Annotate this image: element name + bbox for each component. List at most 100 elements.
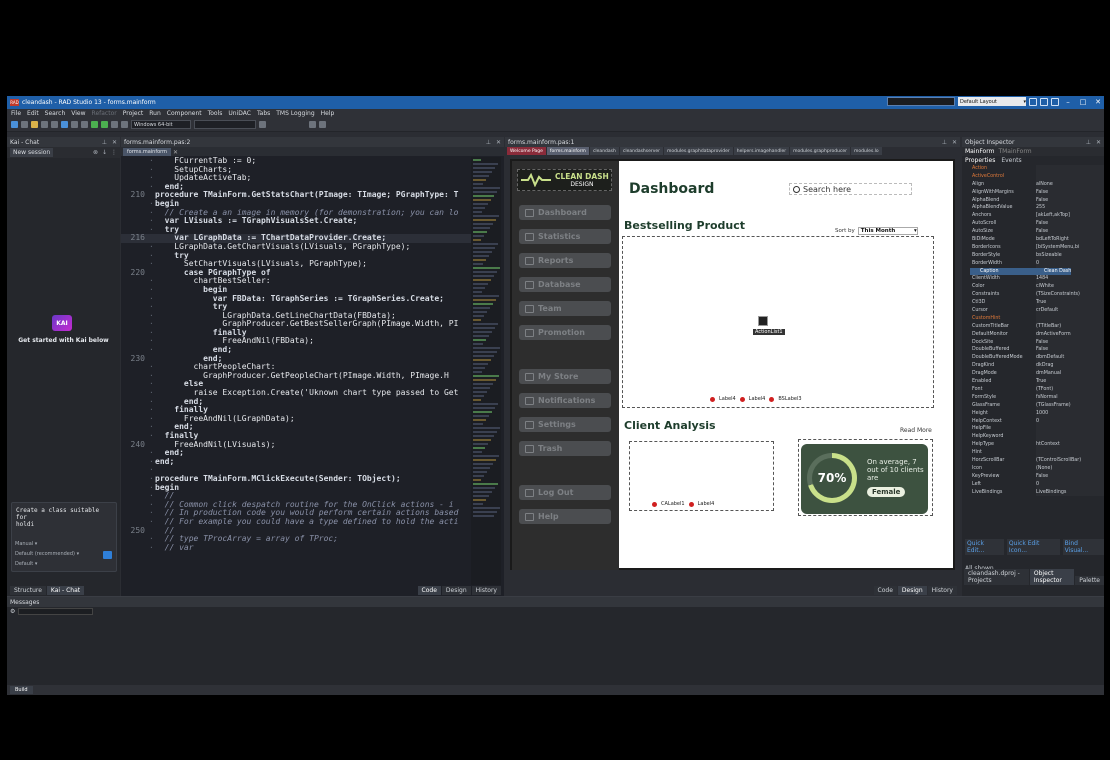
nav-team[interactable]: Team: [519, 301, 611, 316]
layout-select[interactable]: Default Layout ▾: [958, 97, 1026, 106]
property-row[interactable]: ActiveControl: [962, 172, 1104, 181]
nav-trash[interactable]: Trash: [519, 441, 611, 456]
property-value[interactable]: (TGlassFrame): [1036, 401, 1104, 410]
property-value[interactable]: 0: [1036, 480, 1104, 489]
code-line[interactable]: · end;: [121, 457, 471, 467]
nav-settings[interactable]: Settings: [519, 417, 611, 432]
session-tab[interactable]: New session: [10, 148, 54, 157]
property-value[interactable]: (None): [1036, 464, 1104, 473]
more-icon[interactable]: ⋮: [111, 149, 117, 156]
nav-reports[interactable]: Reports: [519, 253, 611, 268]
deploy-icon[interactable]: [259, 121, 266, 128]
property-row[interactable]: Action: [962, 165, 1104, 173]
designer-tab[interactable]: forms.mainform: [546, 147, 589, 155]
property-row[interactable]: AlphaBlendValue 255: [962, 204, 1104, 213]
tab-events[interactable]: Events: [1001, 157, 1021, 164]
open-project-icon[interactable]: [61, 121, 68, 128]
property-row[interactable]: Cursor crDefault: [962, 307, 1104, 315]
property-row[interactable]: Icon (None): [962, 464, 1104, 473]
new-file-icon[interactable]: [11, 121, 18, 128]
property-value[interactable]: fsNormal: [1036, 393, 1104, 402]
property-row[interactable]: BorderStyle bsSizeable: [962, 251, 1104, 260]
property-row[interactable]: AutoScroll False: [962, 220, 1104, 229]
run-without-debug-icon[interactable]: [101, 121, 108, 128]
property-row[interactable]: DefaultMonitor dmActiveForm: [962, 330, 1104, 339]
bestselling-chart-image[interactable]: [622, 236, 934, 408]
property-row[interactable]: DragKind dkDrag: [962, 362, 1104, 371]
designed-form[interactable]: CLEAN DASH DESIGN Dashboard Statistics Rep…: [510, 159, 955, 570]
tab-design[interactable]: Design: [441, 586, 471, 595]
property-row[interactable]: HelpKeyword: [962, 433, 1104, 442]
property-row[interactable]: Enabled True: [962, 378, 1104, 386]
forward-icon[interactable]: [319, 121, 326, 128]
property-value[interactable]: [akLeft,akTop]: [1036, 212, 1104, 221]
property-row[interactable]: Height 1000: [962, 409, 1104, 418]
pin-icon[interactable]: ⊥: [942, 139, 947, 146]
property-value[interactable]: False: [1036, 338, 1104, 347]
open-icon[interactable]: [21, 121, 28, 128]
close-button[interactable]: ✕: [1092, 98, 1104, 106]
menu-item-help[interactable]: Help: [321, 110, 335, 117]
property-value[interactable]: False: [1036, 188, 1104, 197]
property-row[interactable]: CustomTitleBar (TTitleBar): [962, 322, 1104, 331]
property-row[interactable]: CustomHint: [962, 314, 1104, 323]
pause-icon[interactable]: [111, 121, 118, 128]
menu-item-refactor[interactable]: Refactor: [92, 110, 117, 117]
close-tab-icon[interactable]: ✕: [173, 149, 178, 156]
property-row[interactable]: ClientWidth 1484: [962, 275, 1104, 284]
property-value[interactable]: [1036, 425, 1104, 434]
property-value[interactable]: dmActiveForm: [1036, 330, 1104, 339]
menu-item-tools[interactable]: Tools: [208, 110, 223, 117]
tab-design[interactable]: Design: [897, 586, 927, 595]
designer-tab[interactable]: modules.graphdataprovider: [664, 147, 733, 155]
minimize-button[interactable]: –: [1062, 98, 1074, 106]
property-value[interactable]: dkDrag: [1036, 362, 1104, 371]
property-value[interactable]: (TTitleBar): [1036, 322, 1104, 331]
property-value[interactable]: clWhite: [1036, 283, 1104, 292]
property-value[interactable]: Clean Dash: [1044, 267, 1072, 276]
quick-edit-link[interactable]: Quick Edit...: [965, 539, 1004, 555]
tab-object-inspector[interactable]: Object Inspector: [1029, 569, 1075, 585]
property-value[interactable]: LiveBindings: [1036, 488, 1104, 497]
property-row[interactable]: Constraints (TSizeConstraints): [962, 291, 1104, 300]
step-icon[interactable]: [121, 121, 128, 128]
save-all-icon[interactable]: [51, 121, 58, 128]
menu-item-file[interactable]: File: [11, 110, 21, 117]
close-panel-icon[interactable]: ✕: [496, 139, 501, 146]
property-row[interactable]: BorderIcons [biSystemMenu,bi: [962, 243, 1104, 252]
send-icon[interactable]: [103, 551, 112, 559]
property-value[interactable]: True: [1036, 378, 1104, 386]
nav-statistics[interactable]: Statistics: [519, 229, 611, 244]
download-icon[interactable]: ↓: [102, 149, 107, 156]
property-value[interactable]: [1036, 314, 1104, 323]
property-value[interactable]: [1036, 449, 1104, 457]
menu-item-project[interactable]: Project: [123, 110, 144, 117]
menu-item-tms-logging[interactable]: TMS Logging: [276, 110, 314, 117]
property-row[interactable]: Font (TFont): [962, 385, 1104, 394]
property-row[interactable]: HelpContext 0: [962, 417, 1104, 426]
property-row[interactable]: DockSite False: [962, 338, 1104, 347]
ide-search-input[interactable]: [887, 97, 955, 106]
tab-build[interactable]: Build: [10, 686, 33, 694]
model-select[interactable]: Default (recommended) ▾: [15, 551, 79, 557]
property-row[interactable]: Color clWhite: [962, 283, 1104, 292]
bind-visual-link[interactable]: Bind Visual...: [1062, 539, 1104, 555]
pin-icon[interactable]: ⊥: [102, 139, 107, 146]
property-value[interactable]: 255: [1036, 204, 1104, 213]
property-value[interactable]: [1036, 165, 1104, 173]
nav-dashboard[interactable]: Dashboard: [519, 205, 611, 220]
property-value[interactable]: htContext: [1036, 441, 1104, 450]
tab-code[interactable]: Code: [873, 586, 897, 595]
settings-icon[interactable]: [1051, 97, 1059, 106]
designer-tab[interactable]: cleandashserver: [619, 147, 664, 155]
nav-my-store[interactable]: My Store: [519, 369, 611, 384]
back-icon[interactable]: [309, 121, 316, 128]
property-value[interactable]: (TSizeConstraints): [1036, 291, 1104, 300]
messages-filter-input[interactable]: [18, 608, 94, 615]
close-session-icon[interactable]: ⊗: [93, 149, 98, 156]
menu-item-edit[interactable]: Edit: [27, 110, 39, 117]
designer-tab[interactable]: cleandash: [589, 147, 619, 155]
sort-select[interactable]: This Month ▾: [857, 227, 918, 235]
read-more-link[interactable]: Read More: [900, 427, 932, 434]
run-icon[interactable]: [91, 121, 98, 128]
